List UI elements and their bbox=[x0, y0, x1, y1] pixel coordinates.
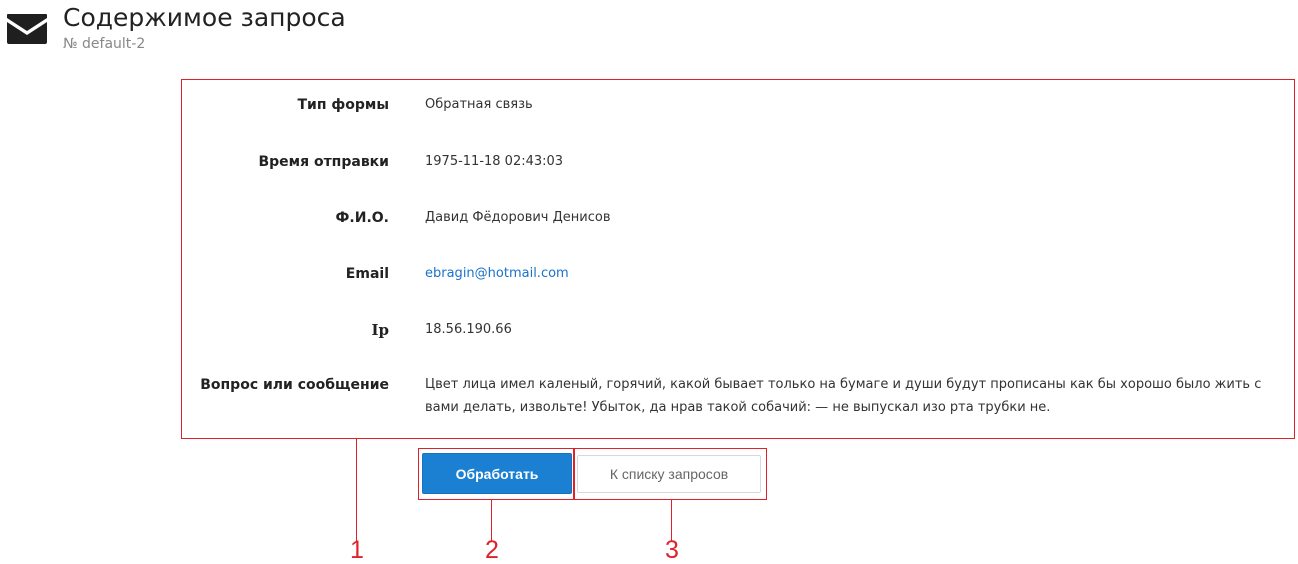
sent-time-value: 1975-11-18 02:43:03 bbox=[425, 154, 564, 169]
process-button[interactable]: Обработать bbox=[422, 453, 572, 494]
ip-label: Ip bbox=[371, 321, 389, 339]
annotation-number-3: 3 bbox=[665, 536, 679, 564]
envelope-icon bbox=[7, 14, 47, 44]
annotation-number-1: 1 bbox=[350, 536, 364, 564]
back-to-list-button[interactable]: К списку запросов bbox=[577, 455, 761, 493]
ip-value: 18.56.190.66 bbox=[425, 322, 512, 337]
form-type-label: Тип формы bbox=[297, 97, 389, 113]
full-name-label: Ф.И.О. bbox=[335, 210, 389, 226]
request-number: № default-2 bbox=[63, 36, 146, 52]
sent-time-label: Время отправки bbox=[258, 154, 389, 170]
full-name-value: Давид Фёдорович Денисов bbox=[425, 210, 611, 225]
form-type-value: Обратная связь bbox=[425, 97, 533, 112]
message-value: Цвет лица имел каленый, горячий, какой б… bbox=[425, 377, 1262, 415]
message-label: Вопрос или сообщение bbox=[200, 377, 389, 393]
page-title: Содержимое запроса bbox=[63, 3, 346, 32]
annotation-number-2: 2 bbox=[485, 536, 499, 564]
annotation-leader-1 bbox=[356, 439, 357, 542]
email-link[interactable]: ebragin@hotmail.com bbox=[425, 264, 569, 284]
email-label: Email bbox=[345, 266, 389, 282]
